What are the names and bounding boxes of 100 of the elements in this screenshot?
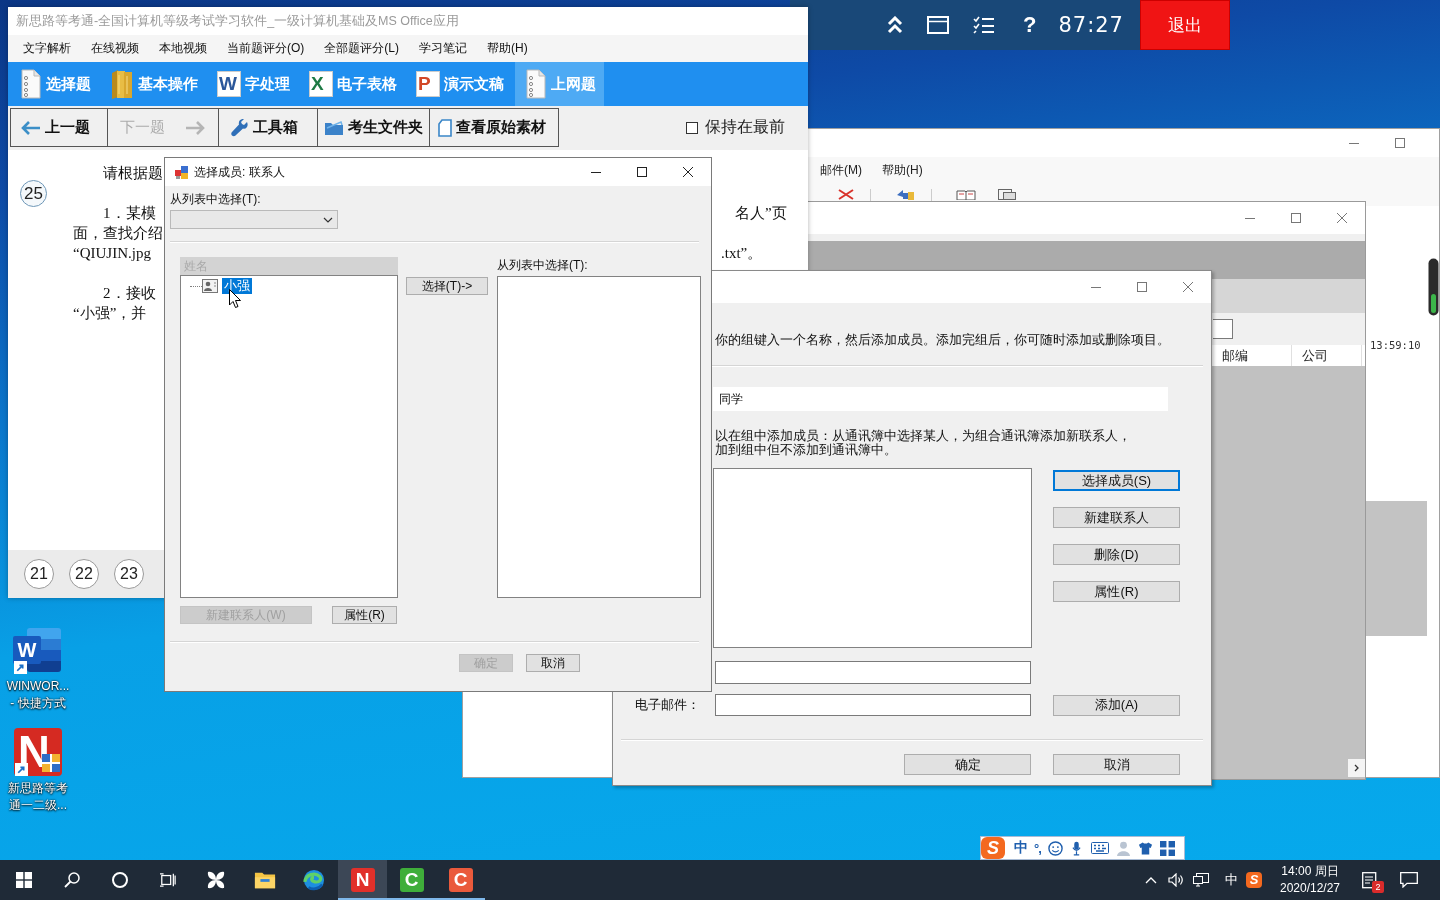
dialog-button[interactable]: 取消 [1053, 754, 1180, 775]
maximize-icon[interactable] [637, 167, 647, 177]
delete-icon[interactable] [838, 189, 854, 200]
wave-globe-icon[interactable] [302, 869, 325, 891]
contact-card-icon [202, 279, 218, 293]
search-field[interactable] [1213, 319, 1233, 339]
shirt-icon[interactable] [1137, 840, 1153, 856]
menu-item[interactable]: 当前题评分(O) [217, 40, 315, 57]
input-language-button[interactable]: 中 [1225, 871, 1238, 889]
menu-item[interactable]: 帮助(H) [874, 162, 931, 179]
question-text: 1．某模 面，查找介绍 “QIUJIN.jpg [73, 204, 163, 263]
window-title: 新思路等考通-全国计算机等级考试学习软件_一级计算机基础及MS Office应用 [16, 12, 459, 30]
tab[interactable]: P 演示文稿 [408, 62, 512, 106]
pinwheel-icon[interactable] [205, 869, 227, 891]
minimize-icon[interactable] [591, 171, 601, 173]
toolbar-button[interactable]: 考生文件夹 [317, 108, 430, 147]
instruction-text: 以在组中添加成员：从通讯簿中选择某人，为组合通讯簿添加新联系人， 加到组中但不添加到通讯簿中。 [715, 429, 1132, 457]
window-icon[interactable] [927, 16, 949, 34]
field-label: 从列表中选择(T): [170, 192, 262, 206]
add-button[interactable]: 添加(A) [1053, 694, 1180, 716]
exit-button[interactable]: 退出 [1140, 0, 1230, 50]
document-icon [438, 118, 452, 137]
dialog-button[interactable]: 取消 [526, 654, 580, 672]
squares-icon [175, 165, 188, 179]
field-label: 从列表中选择(T): [497, 257, 589, 274]
question-text: 请根据题 [102, 164, 163, 183]
countdown-timer: 87:27 [1058, 13, 1124, 37]
tab[interactable]: W 字处理 [209, 62, 298, 106]
window-title: 选择成员: 联系人 [194, 163, 285, 181]
toolbar-button[interactable]: 工具箱 [218, 108, 318, 147]
arrow-icon[interactable] [895, 189, 915, 200]
dialog-button[interactable]: 确定 [904, 754, 1031, 775]
question-text: .txt”。 [721, 244, 764, 263]
question-number-button[interactable]: 22 [69, 559, 99, 589]
instruction-text: 你的组键入一个名称，然后添加成员。添加完组后，你可随时添加或删除项目。 [715, 332, 1171, 348]
folder-icon [110, 69, 134, 99]
grid-icon[interactable] [1159, 840, 1175, 856]
menu-item[interactable]: 邮件(M) [812, 162, 870, 179]
close-icon[interactable] [683, 167, 693, 177]
dialog-button[interactable]: 选择成员(S) [1053, 470, 1180, 491]
clock-date[interactable]: 2020/12/27 [1279, 880, 1341, 897]
right-arrow-icon [185, 120, 205, 135]
chat-bubble-icon[interactable] [1400, 872, 1418, 888]
start-icon[interactable] [16, 872, 32, 888]
menu-item[interactable]: 帮助(H) [477, 40, 538, 57]
question-number: 25 [20, 180, 47, 207]
input-mode-button[interactable]: 中 [1014, 839, 1028, 857]
dialog-button[interactable]: 新建联系人 [1053, 507, 1180, 528]
left-arrow-icon [21, 120, 41, 135]
help-button[interactable]: ? [1023, 13, 1037, 37]
taskbar-button[interactable]: N [338, 860, 387, 900]
presentation-icon: P [416, 71, 440, 97]
field-label: 电子邮件： [635, 696, 701, 714]
meter-drawing [1428, 258, 1439, 316]
double-chevron-up-icon[interactable] [887, 16, 903, 34]
menu-item[interactable]: 文字解析 [13, 40, 81, 57]
input-field[interactable] [715, 661, 1031, 684]
group-name-field[interactable]: 同学 [713, 387, 1168, 411]
punctuation-button[interactable]: °, [1034, 840, 1041, 856]
notepad-icon [18, 69, 42, 99]
email-field[interactable] [715, 694, 1031, 716]
menu-item[interactable]: 全部题评分(L) [314, 40, 409, 57]
smiley-icon[interactable] [1047, 840, 1063, 856]
menu-item[interactable]: 在线视频 [81, 40, 149, 57]
chevron-up-icon[interactable] [1145, 876, 1157, 884]
search-icon[interactable] [64, 872, 80, 888]
select-button[interactable]: 选择(T)-> [406, 277, 488, 295]
checkbox[interactable] [686, 121, 698, 134]
microphone-icon[interactable] [1071, 840, 1081, 856]
question-number-button[interactable]: 23 [114, 559, 144, 589]
question-text: 名人”页 [734, 204, 788, 223]
question-text: 2．接收 “小强”，并 [73, 284, 157, 323]
toolbar-button[interactable]: 上一题 [10, 108, 108, 147]
menu-item[interactable]: 学习笔记 [409, 40, 477, 57]
notepad-icon [523, 69, 547, 99]
window-icon[interactable] [998, 189, 1016, 200]
checkbox-label[interactable]: 保持在最前 [705, 117, 785, 138]
folder-icon [324, 119, 344, 136]
keyboard-icon[interactable] [1090, 842, 1109, 854]
dialog-button[interactable]: 删除(D) [1053, 544, 1180, 565]
time-text: 13:59:10 [1369, 339, 1421, 351]
chevron-down-icon [323, 216, 333, 223]
checklist-icon[interactable] [973, 16, 995, 34]
circle-icon[interactable] [112, 872, 128, 888]
task-view-icon[interactable] [160, 872, 176, 888]
book-icon[interactable] [956, 189, 976, 200]
toolbar-button[interactable]: 查看原始素材 [429, 108, 559, 147]
clock-time[interactable]: 14:00 周日 [1281, 863, 1339, 880]
dialog-button[interactable]: 属性(R) [1053, 581, 1180, 602]
notification-icon[interactable] [1362, 871, 1377, 889]
word-document-icon: W [217, 71, 241, 97]
spreadsheet-icon: X [309, 71, 333, 97]
menu-item[interactable]: 本地视频 [149, 40, 217, 57]
network-icon[interactable] [1193, 873, 1209, 887]
speaker-icon[interactable] [1168, 873, 1184, 887]
dialog-button[interactable]: 属性(R) [332, 606, 397, 624]
app-tile-icon[interactable]: N [350, 868, 375, 892]
question-number-button[interactable]: 21 [24, 559, 54, 589]
wrench-icon [231, 118, 249, 137]
tab[interactable]: X 电子表格 [301, 62, 405, 106]
